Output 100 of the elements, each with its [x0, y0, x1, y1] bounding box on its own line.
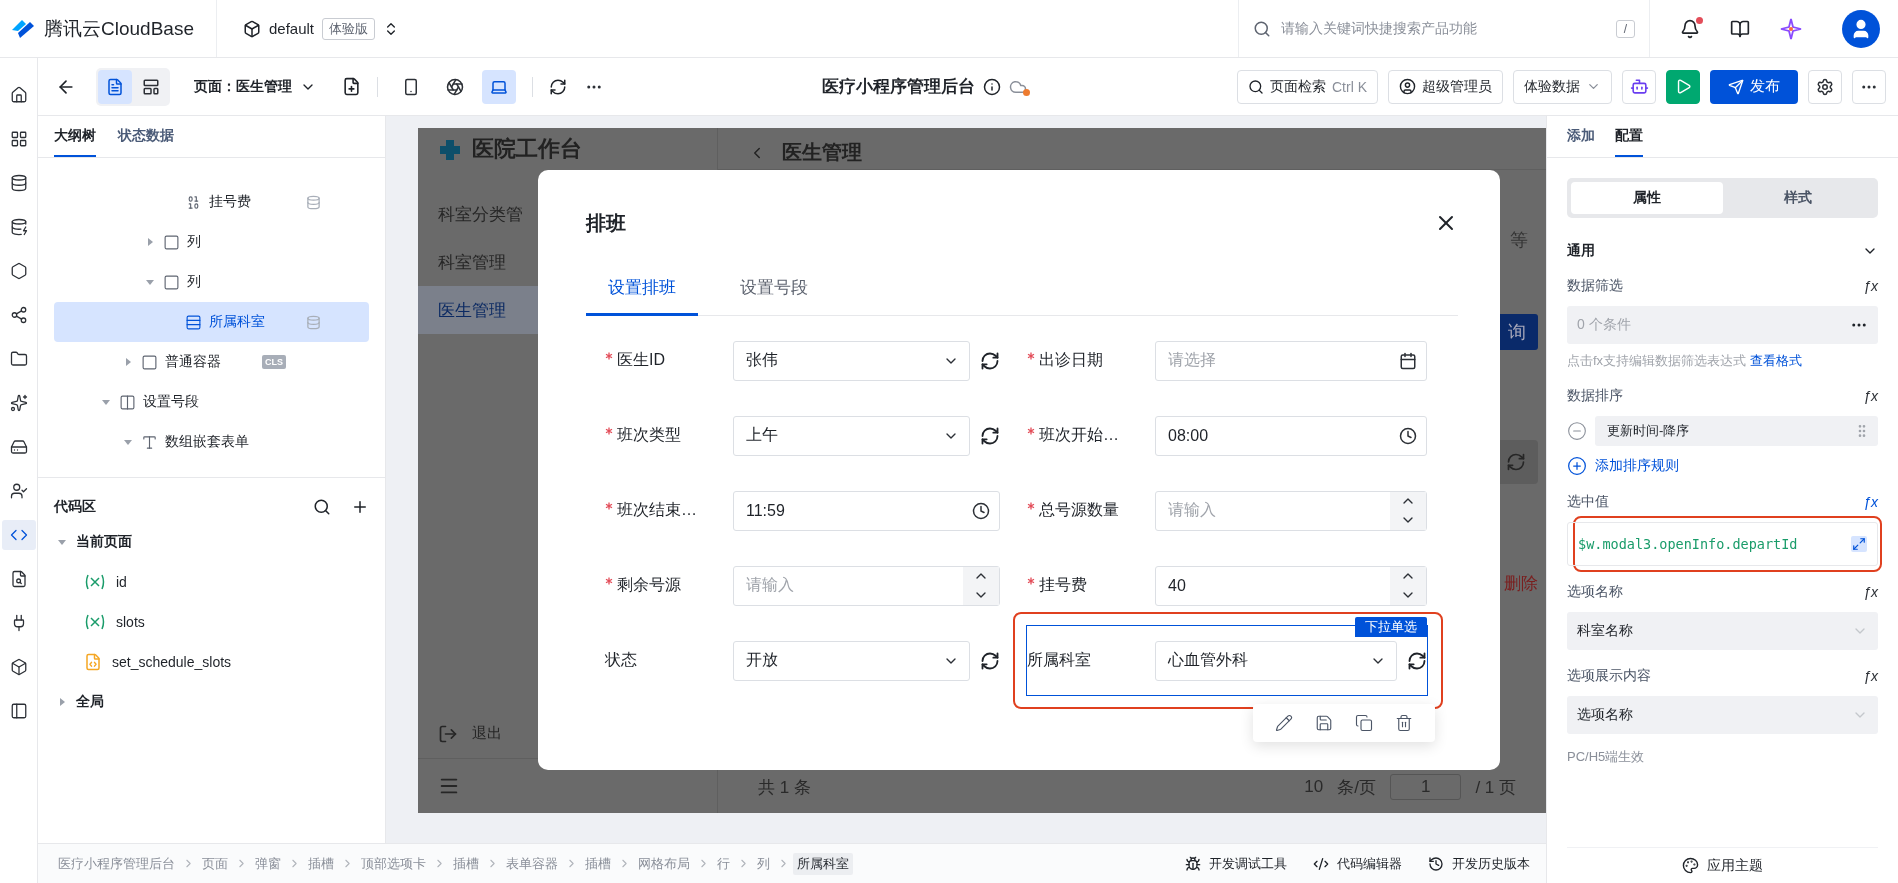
select-field[interactable]: 选项名称 [1567, 696, 1878, 734]
view-format-link[interactable]: 查看格式 [1749, 353, 1802, 368]
copy-icon[interactable] [1355, 714, 1373, 732]
caret-icon[interactable] [146, 278, 154, 286]
expression-field[interactable]: $w.modal3.openInfo.departId [1567, 522, 1878, 566]
required-mark-icon [1027, 502, 1035, 510]
theme-button[interactable]: 应用主题 [1567, 847, 1878, 883]
group-label[interactable]: 全局 [76, 693, 104, 711]
trash-icon[interactable] [1395, 714, 1413, 732]
section-title: 代码区 [54, 498, 96, 516]
pencil-icon[interactable] [1275, 714, 1293, 732]
environment-name: default [268, 20, 314, 37]
page-search-button[interactable]: 页面检索 Ctrl K [1237, 69, 1378, 104]
book-icon[interactable] [1730, 18, 1750, 39]
save-icon[interactable] [1315, 714, 1333, 732]
tree-item[interactable]: 列 [54, 222, 369, 262]
sort-rule-field[interactable]: 更新时间-降序 [1595, 416, 1878, 446]
tree-item[interactable]: 数组嵌套表单 [54, 422, 369, 462]
segment-tab[interactable]: 样式 [1722, 182, 1874, 214]
tree-item[interactable]: 普通容器 CLS [54, 342, 369, 382]
caret-icon[interactable] [58, 698, 66, 706]
segment-tab[interactable]: 属性 [1571, 182, 1723, 214]
group-label[interactable]: 当前页面 [76, 533, 132, 551]
footer-tool-button[interactable]: 开发调试工具 [1185, 854, 1287, 873]
add-sort-rule-button[interactable]: 添加排序规则 [1567, 456, 1878, 476]
select-field[interactable]: 开放 [733, 640, 970, 681]
panel-tab[interactable]: 大纲树 [54, 116, 96, 157]
add-page-icon[interactable] [342, 77, 361, 96]
palette-icon [1682, 857, 1699, 874]
tab[interactable]: 设置号段 [718, 264, 830, 316]
tree-item[interactable]: 列 [54, 262, 369, 302]
number-field[interactable]: 40 [1155, 565, 1427, 606]
refresh-icon[interactable] [980, 650, 1000, 671]
caret-icon[interactable] [124, 438, 132, 446]
bot-icon[interactable] [1622, 69, 1656, 104]
preview-button[interactable] [1666, 69, 1700, 104]
document-icon[interactable] [98, 69, 132, 104]
caret-icon[interactable] [58, 538, 66, 546]
time-field[interactable]: 11:59 [733, 490, 1000, 531]
formula-button[interactable]: ƒx [1863, 584, 1878, 600]
text-icon [141, 433, 158, 451]
app-name: 医院工作台 [472, 135, 582, 163]
role-button[interactable]: 超级管理员 [1388, 69, 1503, 104]
laptop-icon[interactable] [482, 69, 516, 104]
caret-icon[interactable] [124, 358, 132, 366]
select-field[interactable]: 张伟 [733, 340, 970, 381]
panel-tab[interactable]: 配置 [1615, 116, 1643, 157]
page-select[interactable]: 页面：医生管理 [194, 77, 316, 96]
code-item[interactable]: id [54, 562, 369, 602]
tree-item[interactable]: 挂号费 [54, 182, 369, 222]
tab[interactable]: 设置排班 [586, 264, 698, 316]
history-icon [1428, 855, 1444, 872]
refresh-icon[interactable] [980, 425, 1000, 446]
environment-tag: 体验版 [322, 17, 375, 40]
logout-icon [438, 723, 458, 744]
code-icon[interactable] [1, 520, 36, 550]
tree-item[interactable]: 所属科室 [54, 302, 369, 342]
time-field[interactable]: 08:00 [1155, 415, 1427, 456]
code-item[interactable]: set_schedule_slots [54, 642, 369, 682]
page-size-unit: 条/页 [1337, 776, 1376, 799]
panel-tab[interactable]: 状态数据 [118, 116, 174, 157]
data-mode-select[interactable]: 体验数据 [1513, 69, 1612, 104]
formula-button[interactable]: ƒx [1863, 494, 1878, 510]
logo-icon [10, 17, 36, 40]
select-field[interactable]: 科室名称 [1567, 612, 1878, 650]
variable-icon [84, 574, 106, 590]
caret-icon[interactable] [146, 238, 154, 246]
select-field[interactable]: 上午 [733, 415, 970, 456]
shortcut-key: / [1615, 19, 1635, 38]
required-mark-icon [605, 427, 613, 435]
avatar[interactable] [1842, 9, 1880, 48]
settings-icon[interactable] [1808, 69, 1842, 104]
search-icon [1248, 78, 1264, 95]
footer-tool-button[interactable]: 代码编辑器 [1313, 854, 1402, 873]
caret-icon[interactable] [102, 398, 110, 406]
select-field[interactable]: 心血管外科 [1155, 640, 1397, 681]
formula-button[interactable]: ƒx [1863, 388, 1878, 404]
refresh-icon[interactable] [1407, 650, 1427, 671]
remove-icon[interactable] [1567, 421, 1587, 441]
expand-icon[interactable] [1851, 536, 1867, 552]
info-icon[interactable] [982, 77, 1001, 96]
search-field[interactable]: 请输入关键词快捷搜索产品功能 / [1238, 0, 1650, 57]
property-label: 数据排序 [1567, 387, 1623, 405]
cube-icon [242, 19, 261, 38]
refresh-icon[interactable] [980, 350, 1000, 371]
required-mark-icon [1027, 577, 1035, 585]
formula-button[interactable]: ƒx [1863, 278, 1878, 294]
formula-button[interactable]: ƒx [1863, 668, 1878, 684]
code-icon [1313, 855, 1329, 872]
publish-button[interactable]: 发布 [1710, 69, 1798, 104]
footer-tool-button[interactable]: 开发历史版本 [1428, 854, 1530, 873]
star-icon[interactable] [1780, 17, 1802, 40]
notification-icon[interactable] [1680, 18, 1700, 39]
panel-tab[interactable]: 添加 [1567, 116, 1595, 157]
refresh-icon[interactable] [549, 77, 567, 96]
code-item[interactable]: slots [54, 602, 369, 642]
add-icon[interactable] [351, 498, 369, 516]
breadcrumb-item[interactable]: 所属科室 [793, 852, 853, 875]
search-icon[interactable] [313, 498, 331, 516]
tree-item[interactable]: 设置号段 [54, 382, 369, 422]
